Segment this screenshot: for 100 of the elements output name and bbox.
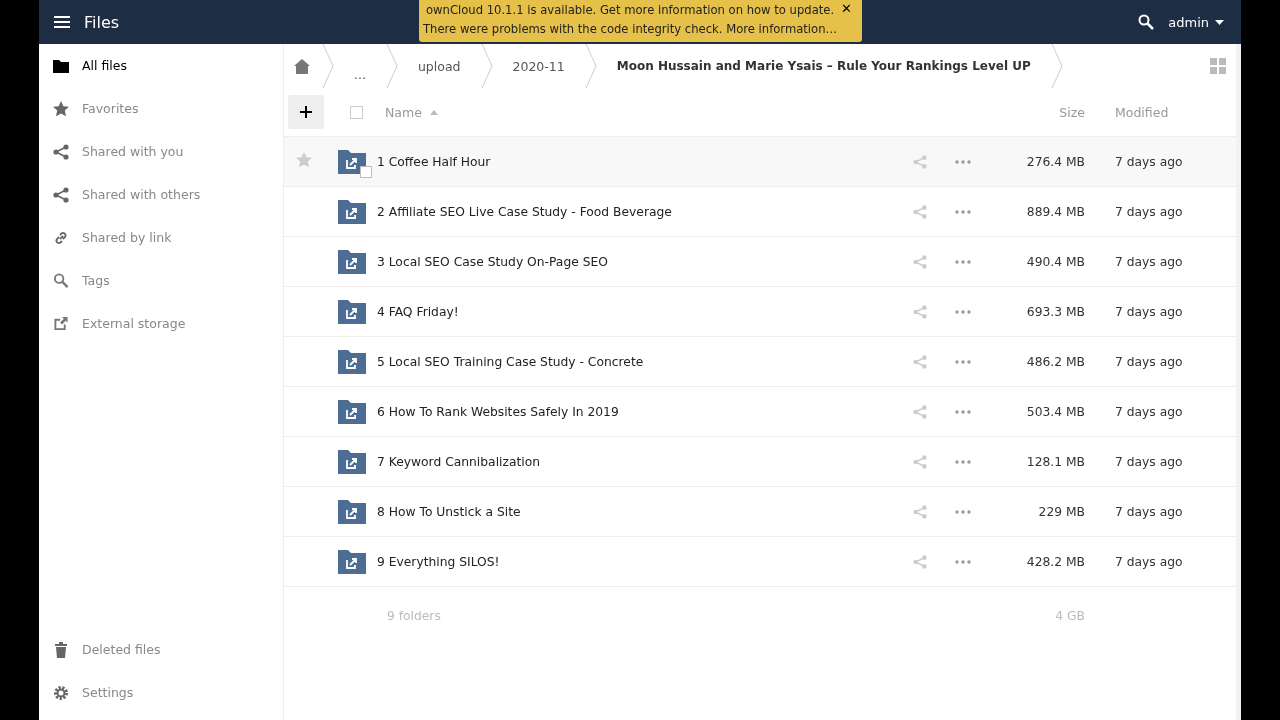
trash-icon xyxy=(53,641,69,658)
folder-count: 9 folders xyxy=(387,609,441,623)
menu-icon[interactable] xyxy=(54,15,70,29)
more-icon[interactable] xyxy=(955,559,971,564)
share-icon xyxy=(53,143,69,160)
sidebar-item[interactable]: Shared with others xyxy=(39,173,283,216)
shared-folder-icon xyxy=(338,499,366,524)
breadcrumb-link[interactable]: ... xyxy=(354,67,366,88)
breadcrumb-separator-icon xyxy=(1050,44,1063,88)
shared-folder-icon xyxy=(338,249,366,274)
star-icon xyxy=(53,100,69,117)
link-icon xyxy=(53,229,69,246)
more-icon[interactable] xyxy=(955,359,971,364)
sort-arrow-icon xyxy=(429,109,438,115)
sidebar-item[interactable]: Shared by link xyxy=(39,216,283,259)
file-name[interactable]: 5 Local SEO Training Case Study - Concrete xyxy=(377,354,644,369)
share-icon[interactable] xyxy=(913,504,927,519)
shared-folder-icon xyxy=(338,549,366,574)
file-size: 276.4 MB xyxy=(1025,154,1085,169)
grid-view-icon[interactable] xyxy=(1210,58,1226,74)
share-icon[interactable] xyxy=(913,404,927,419)
shared-folder-icon xyxy=(338,299,366,324)
sidebar-item[interactable]: Favorites xyxy=(39,87,283,130)
modified-date: 7 days ago xyxy=(1115,354,1184,369)
breadcrumb-link[interactable]: Moon Hussain and Marie Ysais – Rule Your Rankings Level UP xyxy=(616,59,1031,73)
breadcrumb-separator-icon xyxy=(480,44,493,88)
plus-icon xyxy=(300,106,312,118)
file-size: 128.1 MB xyxy=(1025,454,1085,469)
search-icon[interactable] xyxy=(1138,14,1155,30)
file-row[interactable]: 4 FAQ Friday! 693.3 MB 7 days ago xyxy=(284,287,1236,337)
caret-icon xyxy=(1215,19,1224,25)
home-icon[interactable] xyxy=(294,58,310,74)
user-menu[interactable]: admin xyxy=(1168,14,1224,30)
shared-folder-icon xyxy=(338,449,366,474)
file-size: 486.2 MB xyxy=(1025,354,1085,369)
shared-folder-icon xyxy=(338,349,366,374)
close-button[interactable]: ✕ xyxy=(837,0,856,17)
file-row[interactable]: 3 Local SEO Case Study On-Page SEO 490.4 MB 7 days ago xyxy=(284,237,1236,287)
more-icon[interactable] xyxy=(955,209,971,214)
file-size: 229 MB xyxy=(1037,504,1085,519)
modified-date: 7 days ago xyxy=(1115,404,1184,419)
modified-date: 7 days ago xyxy=(1115,454,1184,469)
sidebar-item[interactable]: External storage xyxy=(39,302,283,345)
breadcrumb-link[interactable]: upload xyxy=(417,58,461,74)
file-name[interactable]: 1 Coffee Half Hour xyxy=(377,154,491,169)
sidebar-item[interactable]: Settings xyxy=(39,671,283,714)
file-size: 503.4 MB xyxy=(1025,404,1085,419)
file-size: 889.4 MB xyxy=(1025,204,1085,219)
modified-date: 7 days ago xyxy=(1115,554,1184,569)
file-row[interactable]: 6 How To Rank Websites Safely In 2019 503.4 MB 7 days ago xyxy=(284,387,1236,437)
sidebar-item[interactable]: Deleted files xyxy=(39,628,283,671)
file-row[interactable]: 8 How To Unstick a Site 229 MB 7 days ago xyxy=(284,487,1236,537)
more-icon[interactable] xyxy=(955,159,971,164)
share-icon[interactable] xyxy=(913,354,927,369)
file-row[interactable]: 5 Local SEO Training Case Study - Concrete 486.2 MB 7 days ago xyxy=(284,337,1236,387)
shared-folder-icon xyxy=(338,199,366,224)
file-row[interactable]: 1 Coffee Half Hour 276.4 MB 7 days ago xyxy=(284,137,1236,187)
modified-date: 7 days ago xyxy=(1115,304,1184,319)
file-name[interactable]: 8 How To Unstick a Site xyxy=(377,504,521,519)
new-button[interactable] xyxy=(288,95,324,129)
notification-text[interactable]: There were problems with the code integrity check. More information… xyxy=(423,20,838,39)
file-row[interactable]: 2 Affiliate SEO Live Case Study - Food Beverage 889.4 MB 7 days ago xyxy=(284,187,1236,237)
sidebar-item[interactable]: Shared with you xyxy=(39,130,283,173)
modified-date: 7 days ago xyxy=(1115,204,1184,219)
breadcrumb-separator-icon xyxy=(385,44,398,88)
search-icon xyxy=(53,273,69,288)
share-icon[interactable] xyxy=(913,454,927,469)
file-name[interactable]: 7 Keyword Cannibalization xyxy=(377,454,540,469)
more-icon[interactable] xyxy=(955,409,971,414)
row-checkbox[interactable] xyxy=(360,165,372,178)
file-size: 490.4 MB xyxy=(1025,254,1085,269)
file-name[interactable]: 4 FAQ Friday! xyxy=(377,304,459,319)
notification-text[interactable]: ownCloud 10.1.1 is available. Get more information on how to update. xyxy=(425,1,835,20)
more-icon[interactable] xyxy=(955,459,971,464)
file-name[interactable]: 3 Local SEO Case Study On-Page SEO xyxy=(377,254,608,269)
breadcrumb-link[interactable]: 2020-11 xyxy=(512,58,565,74)
sidebar-item[interactable]: All files xyxy=(39,44,283,87)
share-icon[interactable] xyxy=(913,154,927,169)
more-icon[interactable] xyxy=(955,309,971,314)
select-all-checkbox[interactable] xyxy=(350,105,363,119)
file-name[interactable]: 9 Everything SILOS! xyxy=(377,554,500,569)
breadcrumb-separator-icon xyxy=(322,44,334,88)
share-icon[interactable] xyxy=(913,204,927,219)
modified-date: 7 days ago xyxy=(1115,154,1184,169)
more-icon[interactable] xyxy=(955,509,971,514)
external-storage-icon xyxy=(53,316,69,331)
file-size: 428.2 MB xyxy=(1025,554,1085,569)
more-icon[interactable] xyxy=(955,259,971,264)
modified-date: 7 days ago xyxy=(1115,254,1184,269)
file-size: 693.3 MB xyxy=(1025,304,1085,319)
file-name[interactable]: 6 How To Rank Websites Safely In 2019 xyxy=(377,404,619,419)
app-title[interactable]: Files xyxy=(84,12,120,32)
sidebar-item[interactable]: Tags xyxy=(39,259,283,302)
file-row[interactable]: 9 Everything SILOS! 428.2 MB 7 days ago xyxy=(284,537,1236,587)
file-name[interactable]: 2 Affiliate SEO Live Case Study - Food Beverage xyxy=(377,204,672,219)
share-icon[interactable] xyxy=(913,304,927,319)
favorite-star-icon[interactable] xyxy=(296,151,312,168)
file-row[interactable]: 7 Keyword Cannibalization 128.1 MB 7 days ago xyxy=(284,437,1236,487)
share-icon[interactable] xyxy=(913,554,927,569)
share-icon[interactable] xyxy=(913,254,927,269)
